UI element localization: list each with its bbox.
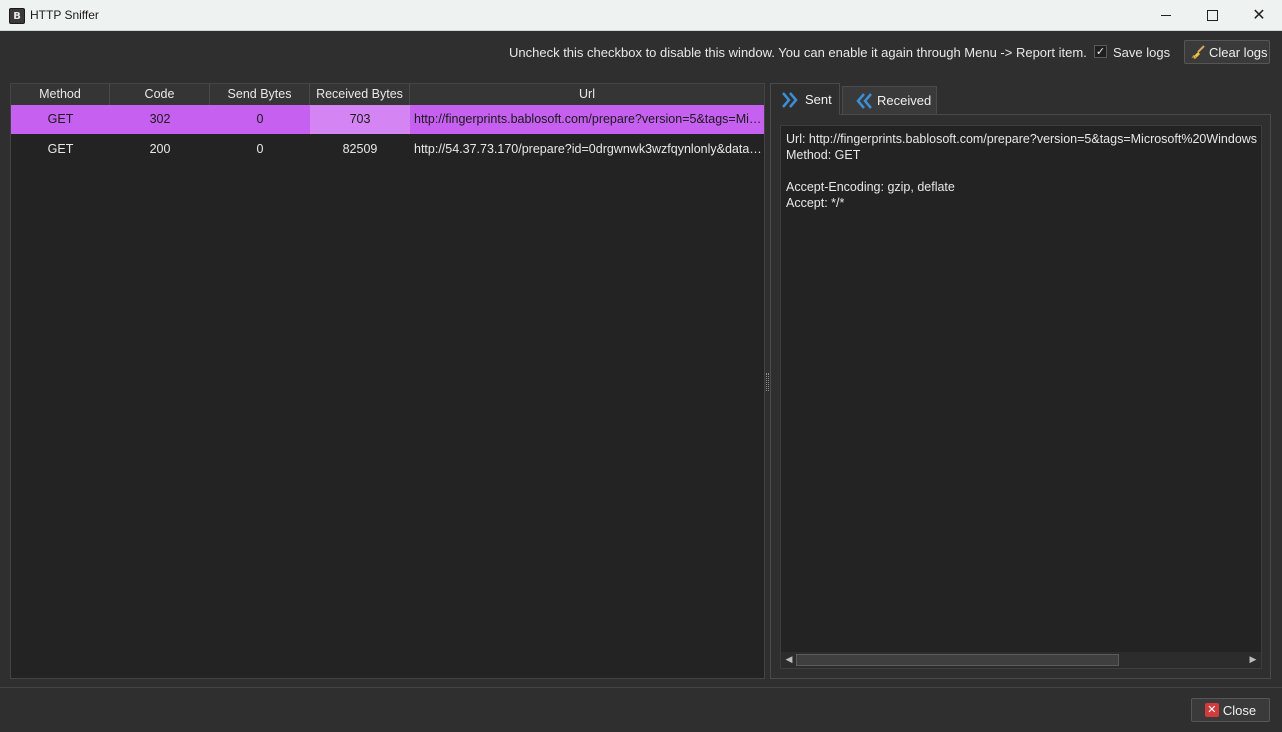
maximize-button[interactable] [1189,0,1235,30]
scroll-thumb[interactable] [796,654,1119,666]
tab-body: Url: http://fingerprints.bablosoft.com/p… [770,114,1271,679]
scroll-right-icon[interactable]: ▶ [1246,652,1260,668]
save-logs-label[interactable]: Save logs [1113,45,1170,60]
broom-icon [1191,45,1205,60]
cell-send-bytes: 0 [256,112,264,126]
column-header-method[interactable]: Method [11,84,110,105]
text-line-url: Url: http://fingerprints.bablosoft.com/p… [786,132,1258,146]
app-icon: B [9,8,25,24]
clear-logs-button[interactable]: Clear logs [1184,40,1270,64]
tab-sent[interactable]: Sent [770,83,840,115]
window-title: HTTP Sniffer [30,8,99,22]
clear-logs-label: Clear logs [1209,44,1268,60]
cell-code: 200 [149,142,171,156]
column-header-send-bytes[interactable]: Send Bytes [210,84,310,105]
detail-panel: Sent Received Url: http://fingerprints.b… [770,83,1271,679]
cell-received-bytes: 82509 [342,142,378,156]
tab-received[interactable]: Received [842,86,937,114]
info-text: Uncheck this checkbox to disable this wi… [509,45,1087,60]
window-close-button[interactable]: ✕ [1236,0,1282,30]
close-button[interactable]: ✕ Close [1191,698,1270,722]
cell-send-bytes: 0 [256,142,264,156]
text-line-accept-encoding: Accept-Encoding: gzip, deflate [786,180,955,194]
cell-url: http://fingerprints.bablosoft.com/prepar… [414,112,762,126]
text-line-accept: Accept: */* [786,196,845,210]
cell-method: GET [47,142,74,156]
minimize-icon [1161,14,1171,16]
column-header-code[interactable]: Code [110,84,210,105]
table-header: Method Code Send Bytes Received Bytes Ur… [11,84,764,106]
cell-url: http://54.37.73.170/prepare?id=0drgwnwk3… [414,142,762,156]
column-header-url[interactable]: Url [410,84,764,105]
cell-method: GET [47,112,74,126]
close-icon: ✕ [1252,5,1266,24]
table-row[interactable]: GET 302 0 703 http://fingerprints.bablos… [11,105,764,134]
scroll-left-icon[interactable]: ◀ [782,652,796,668]
minimize-button[interactable] [1143,0,1189,30]
sent-arrows-icon [782,91,798,108]
bottom-separator [0,687,1282,688]
tab-sent-label: Sent [805,92,832,107]
cell-received-bytes: 703 [310,105,410,134]
tab-received-label: Received [877,93,932,108]
close-button-label: Close [1222,702,1257,718]
save-logs-checkbox[interactable]: ✓ [1094,45,1107,58]
maximize-icon [1206,9,1218,21]
request-text[interactable]: Url: http://fingerprints.bablosoft.com/p… [780,125,1262,669]
text-line-method: Method: GET [786,148,861,162]
title-bar: B HTTP Sniffer ✕ [0,0,1282,31]
requests-table: Method Code Send Bytes Received Bytes Ur… [10,83,765,679]
close-x-icon: ✕ [1204,703,1219,717]
table-row[interactable]: GET 200 0 82509 http://54.37.73.170/prep… [11,135,764,164]
cell-code: 302 [149,112,171,126]
horizontal-scrollbar[interactable]: ◀ ▶ [781,652,1261,668]
splitter-handle[interactable] [766,373,769,391]
column-header-received-bytes[interactable]: Received Bytes [310,84,410,105]
received-arrows-icon [856,92,872,109]
